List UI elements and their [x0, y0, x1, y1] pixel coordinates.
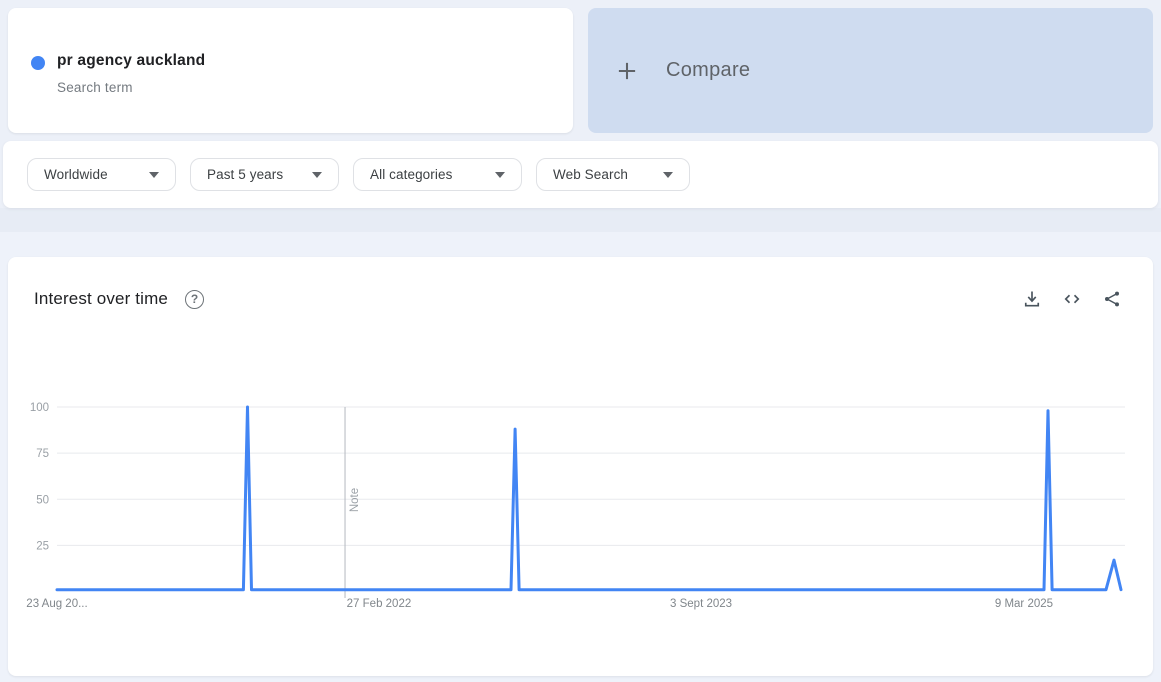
category-filter-dropdown[interactable]: All categories — [353, 158, 522, 191]
embed-button[interactable] — [1062, 289, 1082, 309]
note-label: Note — [349, 488, 361, 512]
chevron-down-icon — [149, 172, 159, 178]
chevron-down-icon — [312, 172, 322, 178]
x-axis-label: 27 Feb 2022 — [347, 598, 412, 610]
y-axis-label: 50 — [36, 494, 49, 506]
compare-label: Compare — [666, 59, 750, 82]
chart-title: Interest over time — [34, 289, 168, 309]
share-icon — [1102, 289, 1122, 309]
time-filter-label: Past 5 years — [207, 167, 283, 182]
chevron-down-icon — [663, 172, 673, 178]
search-type-filter-label: Web Search — [553, 167, 628, 182]
time-filter-dropdown[interactable]: Past 5 years — [190, 158, 339, 191]
search-term-card[interactable]: pr agency auckland Search term — [8, 8, 573, 133]
y-axis-label: 100 — [30, 402, 49, 414]
search-term-text: pr agency auckland — [57, 52, 205, 70]
trend-line — [57, 407, 1121, 590]
series-color-dot — [31, 56, 45, 70]
y-axis-label: 75 — [36, 448, 49, 460]
x-axis-label: 23 Aug 20... — [26, 598, 87, 610]
filter-bar: Worldwide Past 5 years All categories We… — [3, 141, 1158, 208]
chevron-down-icon — [495, 172, 505, 178]
help-icon[interactable]: ? — [185, 290, 204, 309]
plus-icon — [614, 58, 640, 84]
geo-filter-dropdown[interactable]: Worldwide — [27, 158, 176, 191]
x-axis-label: 9 Mar 2025 — [995, 598, 1053, 610]
download-icon — [1022, 289, 1042, 309]
embed-code-icon — [1062, 289, 1082, 309]
category-filter-label: All categories — [370, 167, 452, 182]
y-axis-label: 25 — [36, 540, 49, 552]
download-csv-button[interactable] — [1022, 289, 1042, 309]
add-comparison-card[interactable]: Compare — [588, 8, 1153, 133]
chart-canvas[interactable]: 25 50 75 100 23 Aug 20... 27 Feb 2022 3 Sept 2… — [8, 257, 1153, 676]
share-button[interactable] — [1102, 289, 1122, 309]
search-type-filter-dropdown[interactable]: Web Search — [536, 158, 690, 191]
search-term-type: Search term — [57, 80, 133, 95]
google-trends-page: { "term_card": { "term": "pr agency auck… — [0, 0, 1161, 682]
x-axis-label: 3 Sept 2023 — [670, 598, 732, 610]
interest-over-time-card: Interest over time ? 25507510023 — [8, 257, 1153, 676]
geo-filter-label: Worldwide — [44, 167, 108, 182]
